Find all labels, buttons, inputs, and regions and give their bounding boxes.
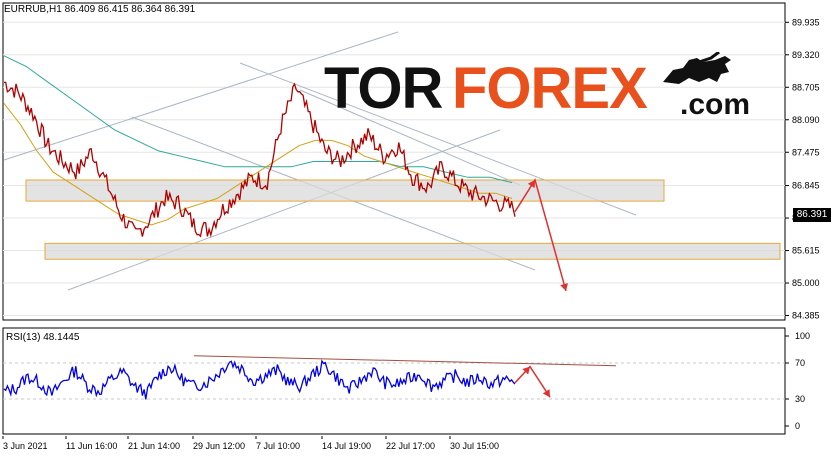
rsi-tick-label: 70 xyxy=(795,358,805,368)
price-axis: 89.93589.32088.70588.09087.47586.84586.2… xyxy=(785,17,820,321)
bull-icon xyxy=(663,52,731,84)
x-tick-label: 11 Jun 16:00 xyxy=(66,441,117,451)
y-tick-label: 88.090 xyxy=(792,115,820,125)
rsi-plot-frame xyxy=(2,327,786,435)
support-zone xyxy=(44,242,781,260)
logo-tor-text: TOR xyxy=(324,56,443,121)
x-tick-label: 22 Jul 17:00 xyxy=(386,441,435,451)
current-price-label: 86.391 xyxy=(793,208,831,222)
y-tick-label: 84.385 xyxy=(792,311,820,321)
rsi-axis: 100 70 30 0 xyxy=(785,331,810,431)
logo-forex-text: FOREX xyxy=(452,56,648,121)
rsi-tick-label: 0 xyxy=(795,421,800,431)
y-tick-label: 85.000 xyxy=(792,278,820,288)
price-chart: 89.93589.32088.70588.09087.47586.84586.2… xyxy=(2,2,820,321)
y-tick-label: 87.475 xyxy=(792,147,820,157)
x-tick-label: 7 Jul 10:00 xyxy=(256,441,300,451)
y-tick-label: 88.705 xyxy=(792,82,820,92)
logo-com-text: .com xyxy=(680,88,751,121)
y-tick-label: 86.845 xyxy=(792,181,820,191)
y-tick-label: 85.615 xyxy=(792,246,820,256)
time-axis: 3 Jun 2021 11 Jun 16:00 21 Jun 14:00 29 Jun… xyxy=(2,436,499,451)
rsi-header: RSI(13) 48.1445 xyxy=(6,332,80,343)
symbol-header: EURRUB,H1 86.409 86.415 86.364 86.391 xyxy=(4,4,196,15)
support-zone xyxy=(25,179,665,202)
x-tick-label: 3 Jun 2021 xyxy=(3,441,48,451)
price-plot-frame xyxy=(2,2,786,321)
x-tick-label: 30 Jul 15:00 xyxy=(450,441,499,451)
x-tick-label: 21 Jun 14:00 xyxy=(128,441,180,451)
y-tick-label: 89.320 xyxy=(792,50,820,60)
x-tick-label: 29 Jun 12:00 xyxy=(193,441,245,451)
rsi-chart: 100 70 30 0 xyxy=(2,327,810,435)
y-tick-label: 89.935 xyxy=(792,17,820,27)
x-tick-label: 14 Jul 19:00 xyxy=(322,441,371,451)
rsi-tick-label: 30 xyxy=(795,394,805,404)
brand-logo: TOR FOREX .com xyxy=(324,52,754,126)
rsi-tick-label: 100 xyxy=(795,331,810,341)
